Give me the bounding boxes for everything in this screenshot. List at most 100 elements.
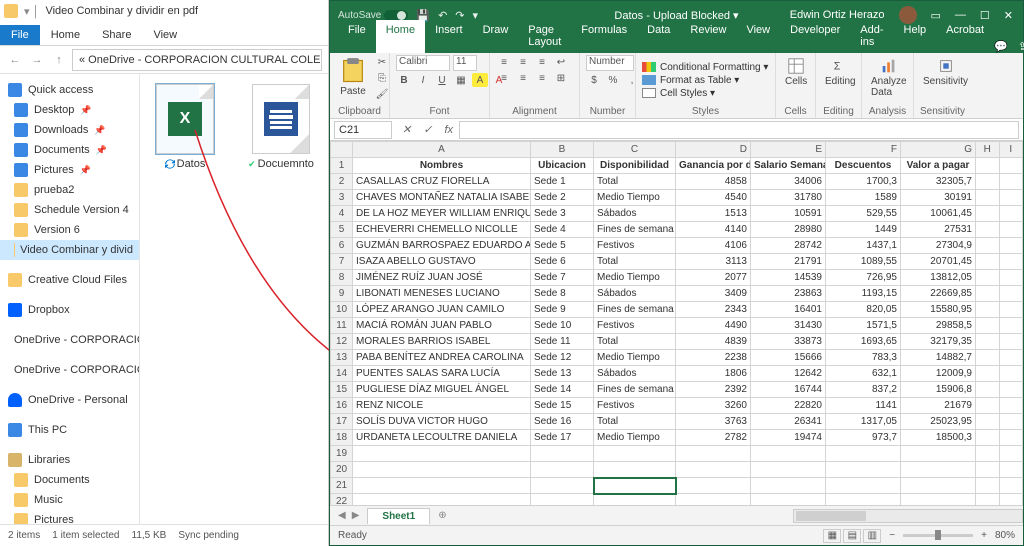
data-cell[interactable]: 19474 — [751, 430, 826, 446]
data-cell[interactable]: 4839 — [676, 334, 751, 350]
row-header[interactable]: 17 — [331, 414, 353, 430]
row-header[interactable]: 1 — [331, 158, 353, 174]
row-header[interactable]: 4 — [331, 206, 353, 222]
copy-icon[interactable]: ⎘ — [374, 71, 390, 85]
select-all-cell[interactable] — [331, 142, 353, 158]
nav-pane[interactable]: Quick access Desktop📌Downloads📌Documents… — [0, 74, 140, 524]
data-cell[interactable]: Sede 4 — [531, 222, 594, 238]
empty-cell[interactable] — [353, 462, 531, 478]
align-center-icon[interactable]: ≡ — [515, 71, 531, 85]
row-header[interactable]: 18 — [331, 430, 353, 446]
empty-cell[interactable] — [676, 462, 751, 478]
data-cell[interactable]: Fines de semana — [594, 222, 676, 238]
header-cell[interactable]: Salario Semanal — [751, 158, 826, 174]
tab-share[interactable]: Share — [91, 25, 142, 45]
percent-icon[interactable]: % — [605, 73, 621, 87]
col-header-B[interactable]: B — [531, 142, 594, 158]
data-cell[interactable]: Sede 11 — [531, 334, 594, 350]
data-cell[interactable]: 1317,05 — [826, 414, 901, 430]
data-cell[interactable]: SOLÍS DUVA VICTOR HUGO — [353, 414, 531, 430]
row-header[interactable]: 9 — [331, 286, 353, 302]
sidebar-item-prueba2[interactable]: prueba2 — [0, 180, 139, 200]
empty-cell[interactable] — [901, 494, 976, 506]
empty-cell[interactable] — [976, 462, 1000, 478]
data-cell[interactable]: Medio Tiempo — [594, 190, 676, 206]
data-cell[interactable]: 21679 — [901, 398, 976, 414]
empty-cell[interactable] — [594, 446, 676, 462]
sidebar-onedrive-personal[interactable]: OneDrive - Personal — [0, 390, 139, 410]
data-cell[interactable]: Sábados — [594, 366, 676, 382]
data-cell[interactable]: Sede 17 — [531, 430, 594, 446]
data-cell[interactable]: Sede 12 — [531, 350, 594, 366]
row-header[interactable]: 5 — [331, 222, 353, 238]
data-cell[interactable]: 22669,85 — [901, 286, 976, 302]
menu-acrobat[interactable]: Acrobat — [936, 20, 994, 53]
data-cell[interactable]: URDANETA LECOULTRE DANIELA — [353, 430, 531, 446]
data-cell[interactable]: Sede 9 — [531, 302, 594, 318]
data-cell[interactable]: Sede 8 — [531, 286, 594, 302]
data-cell[interactable]: 4858 — [676, 174, 751, 190]
empty-cell[interactable] — [594, 462, 676, 478]
data-cell[interactable]: 23863 — [751, 286, 826, 302]
name-box[interactable]: C21 — [334, 121, 392, 139]
font-size-select[interactable]: 11 — [453, 55, 477, 71]
data-cell[interactable]: PUENTES SALAS SARA LUCÍA — [353, 366, 531, 382]
nav-forward-icon[interactable]: → — [28, 51, 46, 69]
data-cell[interactable]: 28980 — [751, 222, 826, 238]
data-cell[interactable]: 820,05 — [826, 302, 901, 318]
data-cell[interactable]: 837,2 — [826, 382, 901, 398]
col-header-E[interactable]: E — [751, 142, 826, 158]
data-cell[interactable]: 1700,3 — [826, 174, 901, 190]
data-cell[interactable]: PABA BENÍTEZ ANDREA CAROLINA — [353, 350, 531, 366]
data-cell[interactable]: 15580,95 — [901, 302, 976, 318]
add-sheet-button[interactable]: ⊕ — [430, 510, 454, 521]
fx-icon[interactable]: fx — [438, 124, 459, 136]
bold-button[interactable]: B — [396, 73, 412, 87]
menu-file[interactable]: File — [338, 20, 376, 53]
align-mid-icon[interactable]: ≡ — [515, 55, 531, 69]
col-header-F[interactable]: F — [826, 142, 901, 158]
number-format-select[interactable]: Number — [586, 55, 634, 71]
data-cell[interactable]: 18500,3 — [901, 430, 976, 446]
empty-cell[interactable] — [531, 446, 594, 462]
header-cell[interactable]: Disponibilidad — [594, 158, 676, 174]
data-cell[interactable]: 632,1 — [826, 366, 901, 382]
share-icon[interactable]: ⇪ — [1018, 40, 1024, 53]
sidebar-item-desktop[interactable]: Desktop📌 — [0, 100, 139, 120]
empty-cell[interactable] — [901, 478, 976, 494]
menu-review[interactable]: Review — [680, 20, 736, 53]
row-header[interactable]: 7 — [331, 254, 353, 270]
row-header[interactable]: 21 — [331, 478, 353, 494]
view-layout-icon[interactable]: ▤ — [843, 529, 861, 543]
editing-button[interactable]: ΣEditing — [822, 55, 859, 89]
tab-nav-next-icon[interactable]: ▶ — [352, 510, 360, 521]
empty-cell[interactable] — [751, 478, 826, 494]
data-cell[interactable]: Fines de semana — [594, 382, 676, 398]
menu-draw[interactable]: Draw — [473, 20, 519, 53]
empty-cell[interactable] — [676, 494, 751, 506]
data-cell[interactable]: Fines de semana — [594, 302, 676, 318]
cell-styles-button[interactable]: Cell Styles ▾ — [642, 88, 715, 99]
empty-cell[interactable] — [999, 494, 1023, 506]
data-cell[interactable]: MACIÁ ROMÁN JUAN PABLO — [353, 318, 531, 334]
empty-cell[interactable] — [531, 462, 594, 478]
merge-icon[interactable]: ⊞ — [553, 71, 569, 85]
zoom-in-button[interactable]: + — [981, 530, 987, 541]
empty-cell[interactable] — [826, 478, 901, 494]
row-header[interactable]: 6 — [331, 238, 353, 254]
paste-button[interactable]: Paste — [336, 55, 370, 99]
header-cell[interactable]: Ganancia por día — [676, 158, 751, 174]
data-cell[interactable]: Medio Tiempo — [594, 350, 676, 366]
data-cell[interactable]: 22820 — [751, 398, 826, 414]
header-cell[interactable]: Descuentos — [826, 158, 901, 174]
close-icon[interactable]: ✕ — [1004, 9, 1013, 22]
data-cell[interactable]: 13812,05 — [901, 270, 976, 286]
data-cell[interactable]: Sede 7 — [531, 270, 594, 286]
row-header[interactable]: 20 — [331, 462, 353, 478]
data-cell[interactable]: Total — [594, 414, 676, 430]
row-header[interactable]: 8 — [331, 270, 353, 286]
data-cell[interactable]: 14882,7 — [901, 350, 976, 366]
data-cell[interactable]: 1513 — [676, 206, 751, 222]
data-cell[interactable]: 20701,45 — [901, 254, 976, 270]
sidebar-item-downloads[interactable]: Downloads📌 — [0, 120, 139, 140]
